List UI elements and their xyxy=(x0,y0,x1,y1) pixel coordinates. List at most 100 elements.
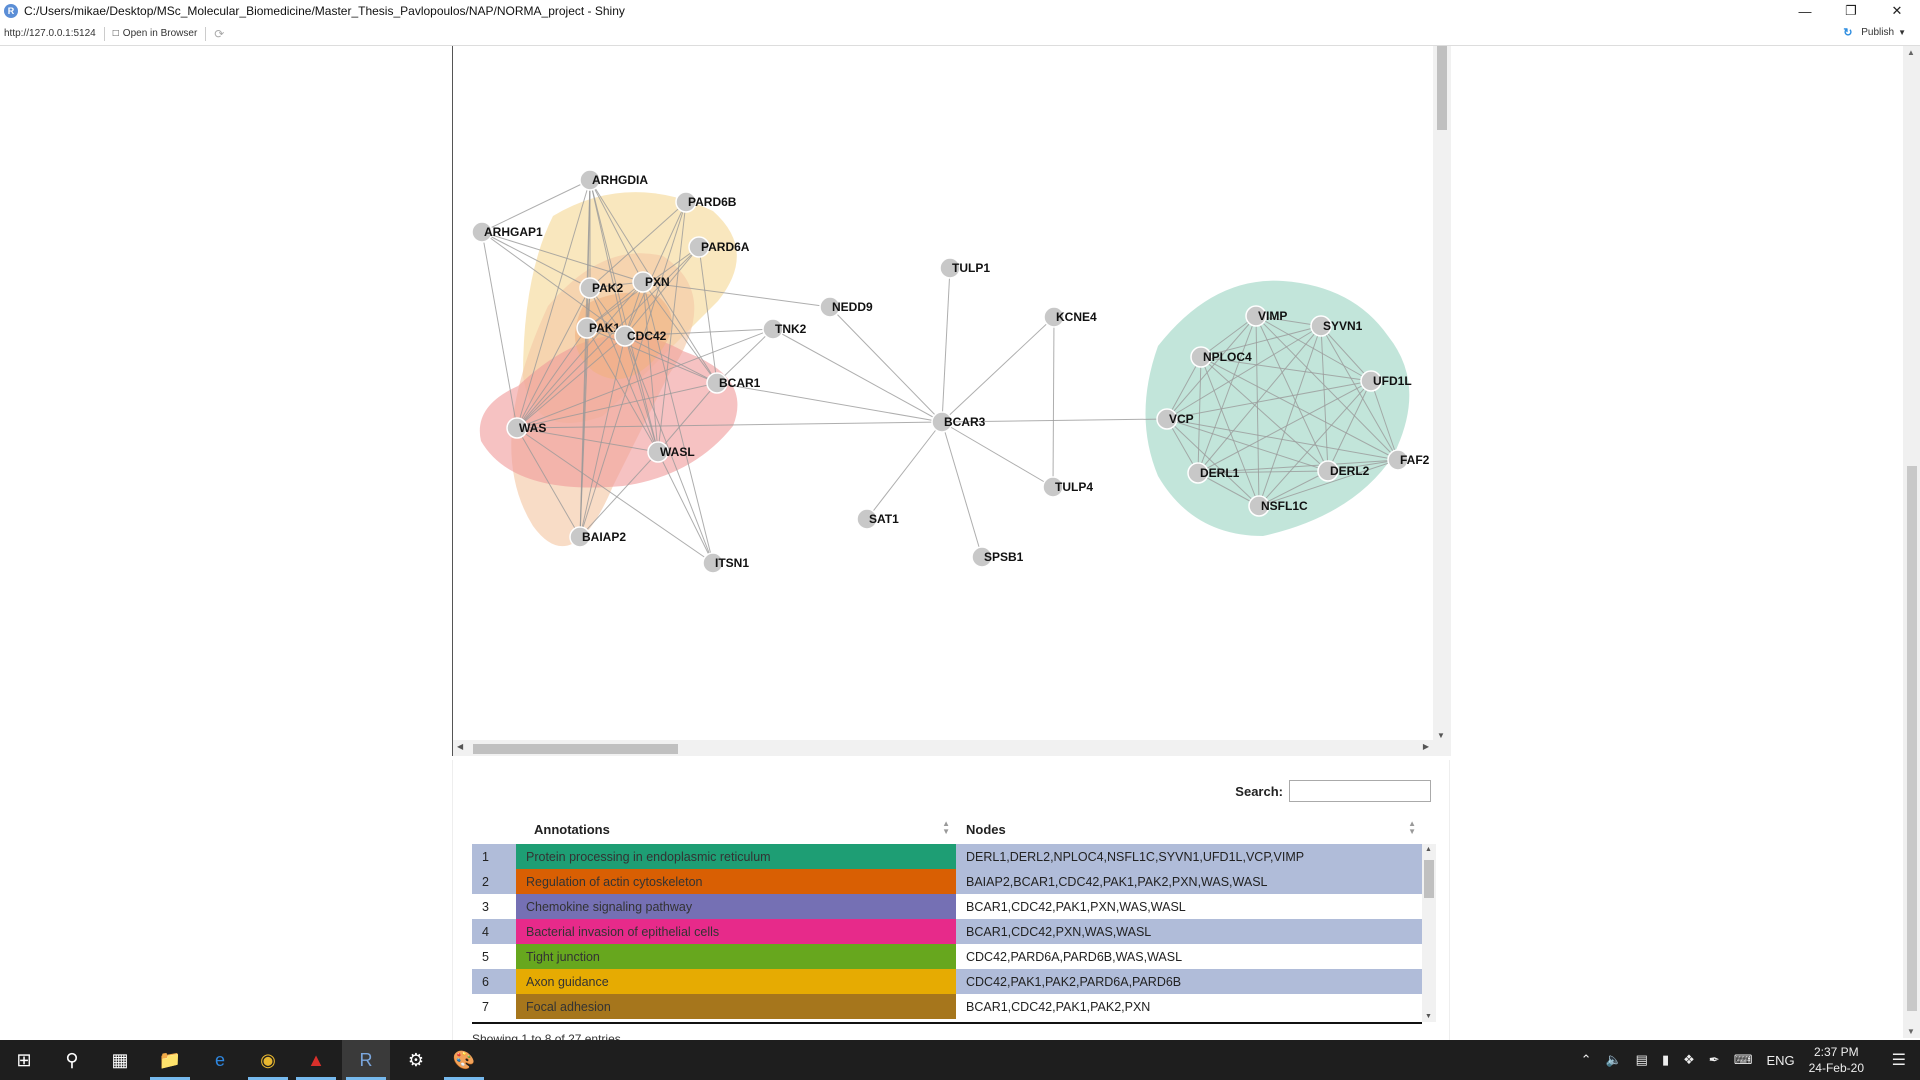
annotations-header-label: Annotations xyxy=(534,821,610,837)
table-row[interactable]: 7 Focal adhesion BCAR1,CDC42,PAK1,PAK2,PXN xyxy=(472,994,1422,1019)
network-node[interactable]: ITSN1 xyxy=(702,552,749,574)
nodes-cell: DERL1,DERL2,NPLOC4,NSFL1C,SYVN1,UFD1L,VC… xyxy=(956,844,1422,869)
node-label: ITSN1 xyxy=(715,556,749,570)
edge-browser-icon[interactable]: e xyxy=(196,1040,244,1080)
row-index: 2 xyxy=(472,869,516,894)
pen-icon[interactable]: ✒ xyxy=(1709,1052,1720,1068)
table-body: 1 Protein processing in endoplasmic retic… xyxy=(472,844,1422,1022)
network-icon[interactable]: ▤ xyxy=(1636,1052,1648,1068)
row-index: 3 xyxy=(472,894,516,919)
file-explorer-icon[interactable]: 📁 xyxy=(146,1040,194,1080)
scroll-thumb[interactable] xyxy=(1424,860,1434,898)
nodes-column-header[interactable]: Nodes ▲ ▼ xyxy=(956,819,1422,837)
node-label: TNK2 xyxy=(775,322,807,336)
table-row[interactable]: 2 Regulation of actin cytoskeleton BAIAP2,… xyxy=(472,869,1422,894)
scroll-up-arrow-icon[interactable]: ▲ xyxy=(1907,48,1915,57)
table-scrollbar[interactable]: ▲ ▼ xyxy=(1422,844,1436,1022)
scroll-up-arrow-icon[interactable]: ▲ xyxy=(1425,846,1432,853)
network-node[interactable]: BCAR3 xyxy=(931,411,986,433)
chrome-icon[interactable]: ◉ xyxy=(244,1040,292,1080)
paint-app-icon[interactable]: 🎨 xyxy=(440,1040,488,1080)
network-node[interactable]: TULP1 xyxy=(939,257,990,279)
node-label: CDC42 xyxy=(627,329,667,343)
network-node[interactable]: BAIAP2 xyxy=(569,526,626,548)
row-index: 1 xyxy=(472,844,516,869)
acrobat-icon[interactable]: ▲ xyxy=(292,1040,340,1080)
restore-icon[interactable]: ❐ xyxy=(1828,0,1874,22)
battery-icon[interactable]: ▮ xyxy=(1662,1052,1669,1068)
node-label: NPLOC4 xyxy=(1203,350,1252,364)
refresh-icon[interactable]: ⟳ xyxy=(214,27,224,41)
network-edge xyxy=(716,328,774,384)
network-node[interactable]: TULP4 xyxy=(1042,476,1093,498)
volume-icon[interactable]: 🔈 xyxy=(1605,1052,1621,1068)
node-label: TULP1 xyxy=(952,261,990,275)
node-label: BCAR3 xyxy=(944,415,986,429)
search-input[interactable] xyxy=(1289,780,1431,802)
node-label: PARD6B xyxy=(688,195,737,209)
table-row[interactable]: 6 Axon guidance CDC42,PAK1,PAK2,PARD6A,PAR… xyxy=(472,969,1422,994)
table-row[interactable]: 3 Chemokine signaling pathway BCAR1,CDC42,… xyxy=(472,894,1422,919)
network-edge xyxy=(657,451,714,564)
network-node[interactable]: FAF2 xyxy=(1387,449,1430,471)
keyboard-icon[interactable]: ⌨ xyxy=(1734,1052,1753,1068)
task-view-icon[interactable]: ▦ xyxy=(96,1040,144,1080)
minimize-icon[interactable]: — xyxy=(1782,0,1828,22)
scroll-down-arrow-icon[interactable]: ▼ xyxy=(1437,731,1445,740)
node-label: UFD1L xyxy=(1373,374,1412,388)
row-index: 7 xyxy=(472,994,516,1019)
notification-center-icon[interactable]: ☰ xyxy=(1892,1050,1906,1070)
row-index: 6 xyxy=(472,969,516,994)
network-vertical-scrollbar[interactable]: ▼ xyxy=(1433,46,1451,740)
node-label: NSFL1C xyxy=(1261,499,1308,513)
network-node[interactable]: NEDD9 xyxy=(819,296,873,318)
language-indicator[interactable]: ENG xyxy=(1766,1053,1794,1068)
annotations-column-header[interactable]: Annotations ▲ ▼ xyxy=(516,819,956,837)
network-node[interactable]: KCNE4 xyxy=(1043,306,1097,328)
scroll-right-arrow-icon[interactable]: ▶ xyxy=(1423,742,1429,751)
open-in-browser-button[interactable]: □ Open in Browser xyxy=(113,28,198,39)
nodes-cell: BCAR1,CDC42,PXN,WAS,WASL xyxy=(956,919,1422,944)
scroll-thumb[interactable] xyxy=(473,744,678,754)
dropbox-icon[interactable]: ❖ xyxy=(1683,1052,1695,1068)
scroll-thumb[interactable] xyxy=(1437,46,1447,130)
table-row[interactable]: 5 Tight junction CDC42,PARD6A,PARD6B,WAS,W… xyxy=(472,944,1422,969)
node-label: VCP xyxy=(1169,412,1194,426)
scroll-down-arrow-icon[interactable]: ▼ xyxy=(1425,1013,1432,1020)
annotation-cell: Tight junction xyxy=(516,944,956,969)
clock-time: 2:37 PM xyxy=(1813,1045,1859,1059)
annotation-cell: Chemokine signaling pathway xyxy=(516,894,956,919)
network-edge xyxy=(772,328,943,423)
clock[interactable]: 2:37 PM 24-Feb-20 xyxy=(1809,1044,1864,1076)
table-row[interactable]: 4 Bacterial invasion of epithelial cells B… xyxy=(472,919,1422,944)
network-node[interactable]: ARHGAP1 xyxy=(471,221,543,243)
table-row[interactable]: 1 Protein processing in endoplasmic retic… xyxy=(472,844,1422,869)
chevron-up-icon[interactable]: ⌃ xyxy=(1581,1052,1592,1068)
url-label: http://127.0.0.1:5124 xyxy=(4,28,96,39)
rstudio-icon[interactable]: R xyxy=(342,1040,390,1080)
network-node[interactable]: SPSB1 xyxy=(971,546,1024,568)
close-icon[interactable]: ✕ xyxy=(1874,0,1920,22)
annotation-cell: Focal adhesion xyxy=(516,994,956,1019)
node-label: PARD6A xyxy=(701,240,750,254)
scroll-left-arrow-icon[interactable]: ◀ xyxy=(457,742,463,751)
node-label: DERL1 xyxy=(1200,466,1240,480)
annotation-cell: Regulation of actin cytoskeleton xyxy=(516,869,956,894)
publish-button[interactable]: ↻ Publish ▼ xyxy=(1843,26,1906,40)
network-edge xyxy=(941,316,1055,423)
node-label: SPSB1 xyxy=(984,550,1024,564)
node-label: WASL xyxy=(660,445,695,459)
network-horizontal-scrollbar[interactable]: ◀ ▶ xyxy=(453,740,1451,756)
network-edge xyxy=(829,306,943,423)
settings-gear-icon[interactable]: ⚙ xyxy=(392,1040,440,1080)
network-graph[interactable]: ARHGDIAPARD6BARHGAP1PARD6APAK2 PXNPAK1CDC… xyxy=(453,46,1433,740)
network-node[interactable]: SAT1 xyxy=(856,508,899,530)
scroll-down-arrow-icon[interactable]: ▼ xyxy=(1907,1027,1915,1036)
page-vertical-scrollbar[interactable]: ▲ ▼ xyxy=(1903,46,1920,1038)
search-icon[interactable]: ⚲ xyxy=(48,1040,96,1080)
network-node[interactable]: ARHGDIA xyxy=(579,169,648,191)
annotation-cell: Bacterial invasion of epithelial cells xyxy=(516,919,956,944)
network-edge xyxy=(941,267,951,423)
scroll-thumb[interactable] xyxy=(1907,466,1917,1011)
start-windows-icon[interactable]: ⊞ xyxy=(0,1040,48,1080)
